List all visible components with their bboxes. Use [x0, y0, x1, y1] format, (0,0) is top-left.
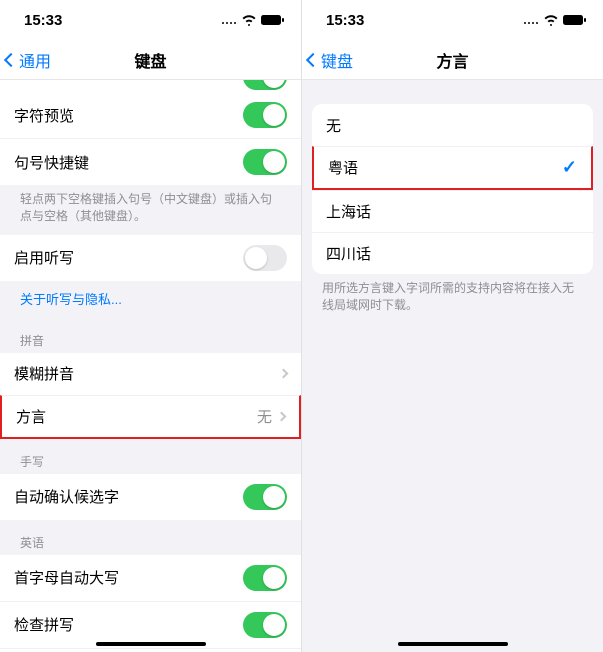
char-preview-row[interactable]: 字符预览 — [0, 92, 301, 138]
nav-bar: 通用 键盘 — [0, 40, 301, 80]
cell-label: 模糊拼音 — [14, 363, 74, 384]
cell-label: 方言 — [16, 406, 46, 427]
option-label: 粤语 — [328, 157, 358, 178]
detail-value: 无 — [257, 406, 272, 427]
option-label: 上海话 — [326, 201, 371, 222]
battery-icon — [261, 14, 285, 26]
cell-label: 字符预览 — [14, 105, 74, 126]
phone-right: 15:33 键盘 方言 无 粤语 ✓ 上海话 四川话 — [301, 0, 603, 652]
nav-back-label: 通用 — [19, 48, 51, 72]
dialect-row[interactable]: 方言 无 — [0, 395, 301, 439]
privacy-link[interactable]: 关于听写与隐私... — [0, 281, 301, 318]
signal-dots-icon — [523, 15, 539, 25]
status-time: 15:33 — [326, 12, 364, 29]
section-pinyin: 拼音 — [0, 318, 301, 353]
cell-label: 检查拼写 — [14, 614, 74, 635]
chevron-right-icon — [277, 411, 287, 421]
wifi-icon — [241, 14, 257, 26]
content-scroll[interactable]: 无 粤语 ✓ 上海话 四川话 用所选方言键入字词所需的支持内容将在接入无线局域网… — [302, 80, 603, 652]
dictation-row[interactable]: 启用听写 — [0, 235, 301, 281]
dialect-option-none[interactable]: 无 — [312, 104, 593, 146]
nav-bar: 键盘 方言 — [302, 40, 603, 80]
toggle-off[interactable] — [243, 245, 287, 271]
fuzzy-pinyin-row[interactable]: 模糊拼音 — [0, 353, 301, 395]
content-scroll[interactable]: 字符预览 句号快捷键 轻点两下空格键插入句号（中文键盘）或插入句点与空格（其他键… — [0, 80, 301, 652]
cell-label: 启用听写 — [14, 247, 74, 268]
toggle-on[interactable] — [243, 612, 287, 638]
wifi-icon — [543, 14, 559, 26]
dialect-option-sichuan[interactable]: 四川话 — [312, 232, 593, 274]
chevron-right-icon — [279, 369, 289, 379]
predictive-row[interactable]: 输入预测 — [0, 648, 301, 652]
check-spell-row[interactable]: 检查拼写 — [0, 601, 301, 648]
home-indicator — [96, 642, 206, 646]
option-label: 无 — [326, 115, 341, 136]
dialect-option-shanghai[interactable]: 上海话 — [312, 190, 593, 232]
cell-label: 自动确认候选字 — [14, 486, 119, 507]
home-indicator — [398, 642, 508, 646]
status-bar: 15:33 — [0, 0, 301, 40]
nav-back-label: 键盘 — [321, 48, 353, 72]
auto-cap-row[interactable]: 首字母自动大写 — [0, 555, 301, 601]
footer-text: 轻点两下空格键插入句号（中文键盘）或插入句点与空格（其他键盘）。 — [0, 185, 301, 235]
toggle-on[interactable] — [243, 484, 287, 510]
section-english: 英语 — [0, 520, 301, 555]
cell-label: 首字母自动大写 — [14, 567, 119, 588]
status-icons — [221, 14, 285, 26]
dialect-option-cantonese[interactable]: 粤语 ✓ — [312, 146, 593, 190]
option-label: 四川话 — [326, 243, 371, 264]
nav-back-button[interactable]: 键盘 — [308, 48, 353, 72]
checkmark-icon: ✓ — [562, 157, 577, 178]
chevron-left-icon — [306, 52, 320, 66]
period-shortcut-row[interactable]: 句号快捷键 — [0, 138, 301, 185]
toggle-on[interactable] — [243, 102, 287, 128]
toggle-on[interactable] — [243, 149, 287, 175]
footer-text: 用所选方言键入字词所需的支持内容将在接入无线局域网时下载。 — [302, 274, 603, 324]
toggle-on[interactable] — [243, 565, 287, 591]
status-bar: 15:33 — [302, 0, 603, 40]
section-hand: 手写 — [0, 439, 301, 474]
battery-icon — [563, 14, 587, 26]
nav-back-button[interactable]: 通用 — [6, 48, 51, 72]
phone-left: 15:33 通用 键盘 字符预览 句号快捷键 轻点两下空格键插入句号（中文键盘）… — [0, 0, 301, 652]
cutoff-row — [0, 80, 301, 92]
cell-label: 句号快捷键 — [14, 152, 89, 173]
status-time: 15:33 — [24, 12, 62, 29]
auto-confirm-row[interactable]: 自动确认候选字 — [0, 474, 301, 520]
status-icons — [523, 14, 587, 26]
chevron-left-icon — [4, 52, 18, 66]
signal-dots-icon — [221, 15, 237, 25]
